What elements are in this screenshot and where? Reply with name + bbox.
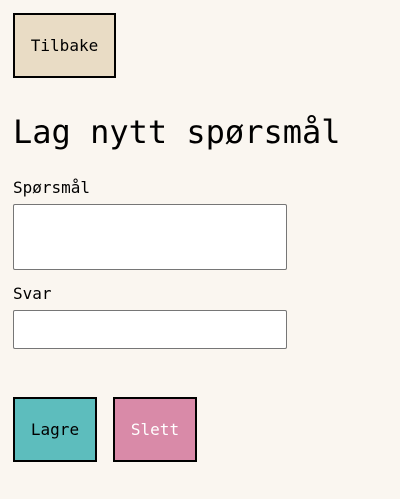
save-button[interactable]: Lagre <box>13 397 97 462</box>
back-button[interactable]: Tilbake <box>13 13 116 78</box>
answer-input[interactable] <box>13 310 287 349</box>
delete-button[interactable]: Slett <box>113 397 197 462</box>
question-input[interactable] <box>13 204 287 270</box>
answer-label: Svar <box>13 284 52 303</box>
page-title: Lag nytt spørsmål <box>13 113 341 151</box>
question-label: Spørsmål <box>13 178 91 197</box>
